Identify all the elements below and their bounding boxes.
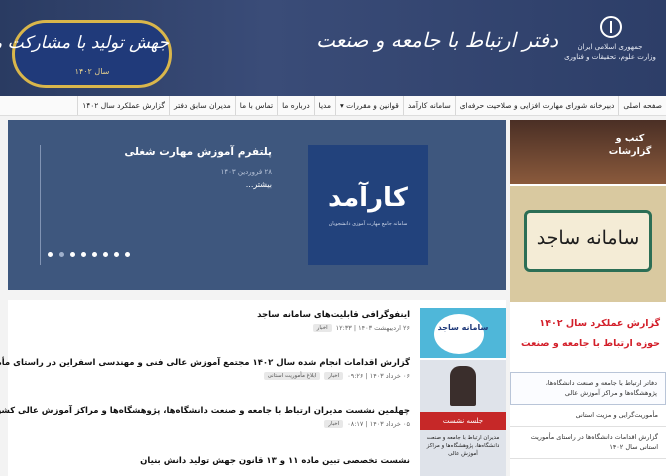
side-link-actions-report[interactable]: گزارش اقدامات دانشگاه‌ها در راستای مأمور…: [510, 427, 666, 459]
news-tag[interactable]: اخبار: [324, 372, 344, 380]
page: جمهوری اسلامی ایران وزارت علوم، تحقیقات …: [0, 0, 666, 476]
news-title[interactable]: نشست تخصصی تبین ماده ۱۱ و ۱۳ قانون جهش ت…: [8, 456, 410, 466]
slide-more-link[interactable]: بیشتر...: [246, 180, 272, 189]
slider-dot[interactable]: [48, 252, 53, 257]
slider-dot-active[interactable]: [59, 252, 64, 257]
news-thumb-saajed[interactable]: سامانه ساجد: [420, 308, 506, 358]
slider-divider: [40, 145, 41, 265]
slide-title[interactable]: پلتفرم آموزش مهارت شغلی: [124, 146, 272, 158]
report-banner[interactable]: گزارش عملکرد سال ۱۴۰۲ حوزه ارتباط با جام…: [510, 306, 666, 370]
slide-image[interactable]: کارآمد سامانه جامع مهارت آموزی دانشجویان: [308, 145, 428, 265]
news-thumb-meeting[interactable]: جلسه نشست مدیران ارتباط با جامعه و صنعت …: [420, 360, 506, 476]
ministry-emblem-icon[interactable]: [600, 16, 622, 38]
karamad-logo: کارآمد: [328, 183, 408, 213]
slider-dots: [48, 252, 130, 257]
news-tag[interactable]: اخبار: [324, 420, 344, 428]
campaign-slogan: جهش تولید با مشارکت مردم: [0, 33, 169, 53]
news-meta: ۲۶ اردیبهشت ۱۴۰۳ | ۱۲:۳۳ اخبار: [8, 324, 410, 332]
meeting-banner: جلسه نشست: [420, 412, 506, 430]
news-slider: پلتفرم آموزش مهارت شغلی ۲۸ فروردین ۱۴۰۳ …: [8, 120, 506, 290]
speaker-photo: [450, 366, 476, 406]
slide-date: ۲۸ فروردین ۱۴۰۳: [220, 168, 272, 176]
news-tag[interactable]: ابلاغ مأموریت استانی: [263, 372, 321, 380]
news-meta: ۰۵ خرداد ۱۴۰۳ | ۰۸:۱۷ اخبار: [8, 420, 410, 428]
side-link-mission[interactable]: مأموریت‌گرایی و مزیت استانی: [510, 405, 666, 427]
karamad-logo-subtitle: سامانه جامع مهارت آموزی دانشجویان: [328, 221, 408, 227]
slider-dot[interactable]: [125, 252, 130, 257]
meeting-caption: مدیران ارتباط با جامعه و صنعت دانشگاه‌ها…: [426, 435, 500, 457]
side-link-offices[interactable]: دفاتر ارتباط با جامعه و صنعت دانشگاه‌ها،…: [510, 372, 666, 405]
nav-item-contact[interactable]: تماس با ما: [234, 96, 277, 115]
ministry-line1: جمهوری اسلامی ایران: [577, 43, 643, 51]
slider-dot[interactable]: [92, 252, 97, 257]
books-reports-title: کتب و گزارشات: [608, 133, 652, 157]
office-title[interactable]: دفتر ارتباط با جامعه و صنعت: [316, 28, 558, 52]
report-title: گزارش عملکرد سال ۱۴۰۲: [539, 318, 660, 329]
saajed-banner[interactable]: سامانه ساجد: [510, 186, 666, 302]
news-date: ۲۶ اردیبهشت ۱۴۰۳ | ۱۲:۳۳: [335, 324, 410, 332]
report-subtitle: حوزه ارتباط با جامعه و صنعت: [521, 338, 660, 349]
news-tag[interactable]: اخبار: [312, 324, 332, 332]
campaign-badge: جهش تولید با مشارکت مردم سال ۱۴۰۲: [0, 20, 172, 88]
nav-item-karamad[interactable]: سامانه کارآمد: [402, 96, 455, 115]
saajed-frame: سامانه ساجد: [524, 210, 652, 272]
site-header: جمهوری اسلامی ایران وزارت علوم، تحقیقات …: [0, 0, 666, 96]
side-column: کتب و گزارشات سامانه ساجد گزارش عملکرد س…: [510, 120, 666, 476]
news-date: ۰۶ خرداد ۱۴۰۳ | ۰۹:۲۶: [347, 372, 410, 380]
ministry-line2: وزارت علوم، تحقیقات و فناوری: [564, 53, 656, 61]
ministry-name: جمهوری اسلامی ایران وزارت علوم، تحقیقات …: [560, 42, 660, 62]
slider-dot[interactable]: [114, 252, 119, 257]
main-nav: صفحه اصلی دبیرخانه شورای مهارت افزایی و …: [0, 96, 666, 116]
news-title[interactable]: چهلمین نشست مدیران ارتباط با جامعه و صنع…: [0, 406, 410, 416]
news-title[interactable]: گزارش اقدامات انجام شده سال ۱۴۰۲ مجتمع آ…: [0, 358, 410, 368]
slider-dot[interactable]: [103, 252, 108, 257]
news-item: اینفوگرافی قابلیت‌های سامانه ساجد ۲۶ ارد…: [8, 310, 410, 332]
news-list: سامانه ساجد جلسه نشست مدیران ارتباط با ج…: [0, 300, 506, 476]
news-item: گزارش اقدامات انجام شده سال ۱۴۰۲ مجتمع آ…: [0, 358, 410, 380]
nav-item-media[interactable]: مدیا: [313, 96, 335, 115]
campaign-year: سال ۱۴۰۲: [74, 67, 110, 76]
nav-item-regulations[interactable]: قوانین و مقررات ▾: [335, 96, 403, 115]
slider-dot[interactable]: [81, 252, 86, 257]
nav-item-report-1402[interactable]: گزارش عملکرد سال ۱۴۰۲: [77, 96, 169, 115]
news-item: نشست تخصصی تبین ماده ۱۱ و ۱۳ قانون جهش ت…: [8, 456, 410, 466]
news-item: چهلمین نشست مدیران ارتباط با جامعه و صنع…: [0, 406, 410, 428]
nav-item-skills-council[interactable]: دبیرخانه شورای مهارت افزایی و صلاحیت حرف…: [454, 96, 619, 115]
saajed-title: سامانه ساجد: [536, 227, 640, 249]
books-reports-banner[interactable]: کتب و گزارشات: [510, 120, 666, 184]
nav-item-about[interactable]: درباره ما: [277, 96, 314, 115]
side-links: دفاتر ارتباط با جامعه و صنعت دانشگاه‌ها،…: [510, 372, 666, 459]
news-date: ۰۵ خرداد ۱۴۰۳ | ۰۸:۱۷: [347, 420, 410, 428]
nav-item-home[interactable]: صفحه اصلی: [618, 96, 666, 115]
news-thumb-saajed-text: سامانه ساجد: [437, 323, 489, 332]
news-meta: ۰۶ خرداد ۱۴۰۳ | ۰۹:۲۶ اخبار ابلاغ مأموری…: [8, 372, 410, 380]
nav-item-former-managers[interactable]: مدیران سابق دفتر: [169, 96, 235, 115]
slider-dot[interactable]: [70, 252, 75, 257]
news-title[interactable]: اینفوگرافی قابلیت‌های سامانه ساجد: [8, 310, 410, 320]
